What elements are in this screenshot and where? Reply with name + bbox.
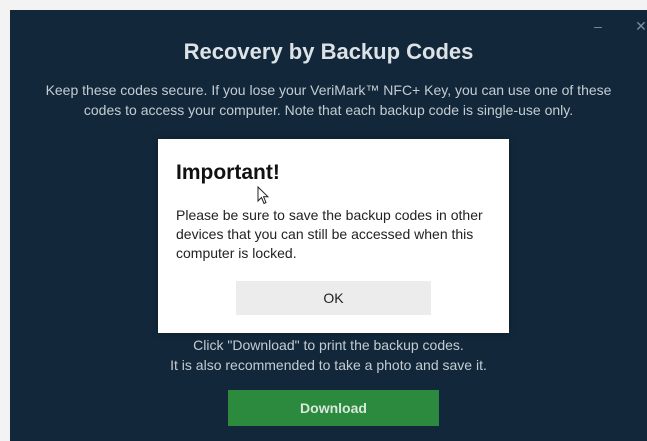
important-dialog: Important! Please be sure to save the ba…: [158, 139, 509, 333]
dialog-title: Important!: [176, 161, 280, 184]
screen-edge-left: [0, 10, 10, 441]
close-icon[interactable]: ✕: [630, 16, 647, 36]
screen-edge-top: [0, 0, 647, 10]
download-hint-line-1: Click "Download" to print the backup cod…: [193, 337, 464, 353]
ok-button[interactable]: OK: [236, 281, 431, 315]
page-description: Keep these codes secure. If you lose you…: [45, 82, 612, 118]
mouse-pointer-icon: [257, 186, 269, 205]
minimize-icon[interactable]: –: [587, 16, 609, 36]
dialog-message: Please be sure to save the backup codes …: [176, 207, 483, 261]
download-hint-line-2: It is also recommended to take a photo a…: [170, 357, 487, 373]
download-button[interactable]: Download: [228, 390, 439, 426]
page-title: Recovery by Backup Codes: [183, 39, 474, 64]
